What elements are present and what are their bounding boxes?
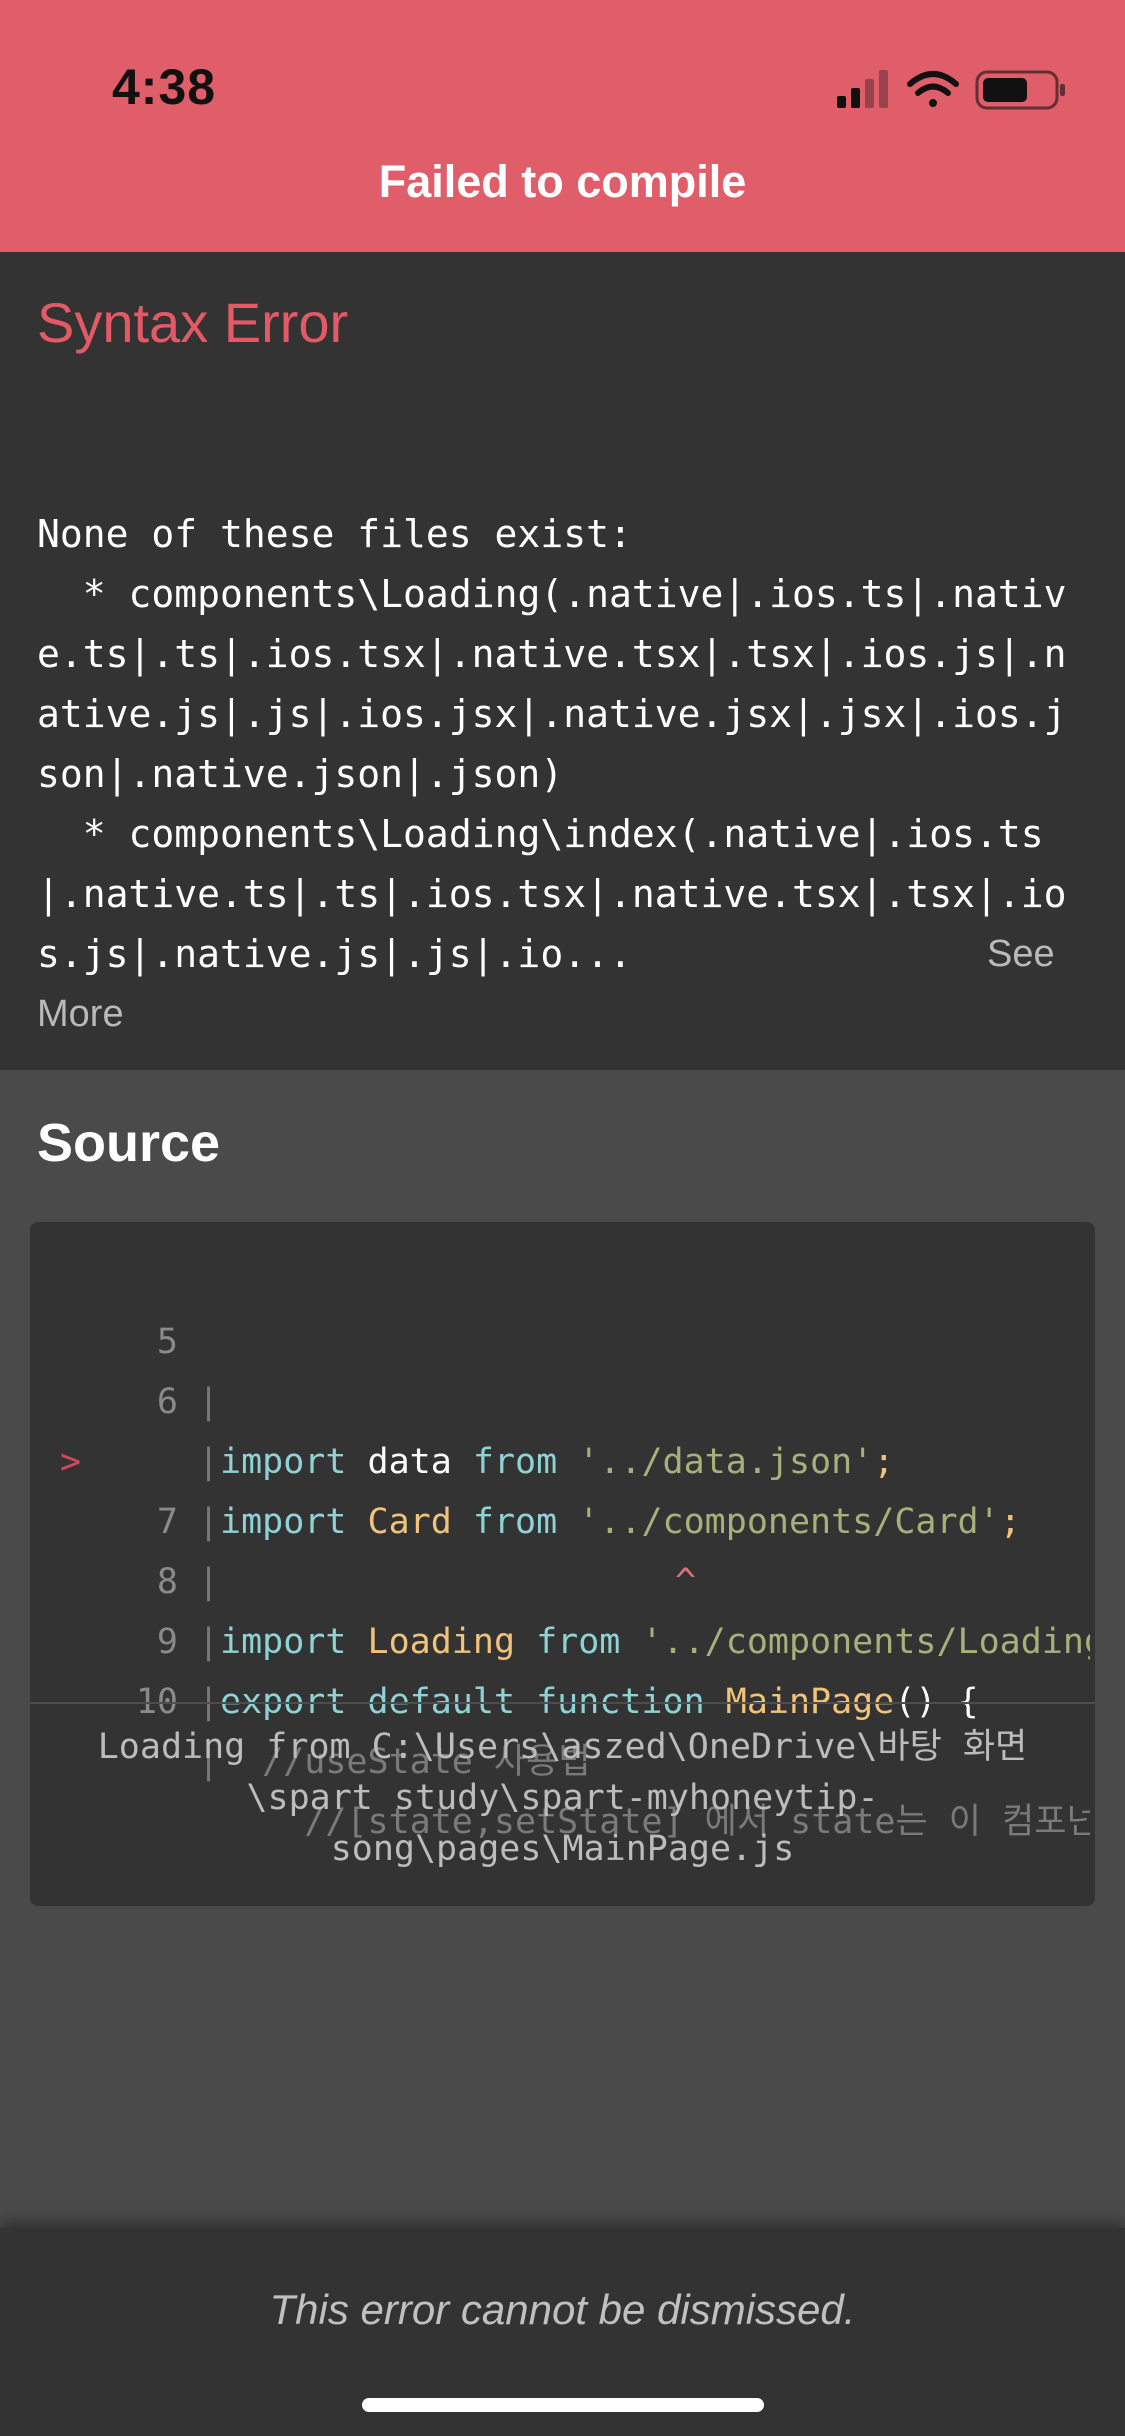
- see-more-label-2[interactable]: More: [37, 993, 124, 1035]
- header-title: Failed to compile: [378, 156, 747, 207]
- home-indicator[interactable]: [362, 2398, 764, 2412]
- footer: This error cannot be dismissed.: [0, 2228, 1125, 2436]
- code-line: 10 | //[state,setState] 에서 state는 이 컴포넌트…: [30, 1612, 1095, 1842]
- status-icons: [837, 70, 1065, 110]
- code-line: 9 | //useState 사용법: [30, 1552, 1095, 1782]
- error-message: None of these files exist: * components\…: [37, 512, 1067, 976]
- file-path: Loading from C:\Users\aszed\OneDrive\바탕 …: [70, 1722, 1055, 1875]
- code-line: 8 | export default function MainPage() {: [30, 1492, 1095, 1722]
- file-path-line-1: Loading from C:\Users\aszed\OneDrive\바탕 …: [97, 1727, 1028, 1767]
- code-line-error: > 7 | import Loading from '../components…: [30, 1372, 1095, 1662]
- cellular-signal-icon: [837, 70, 888, 108]
- wifi-icon: [907, 71, 959, 107]
- error-section: Syntax Error None of these files exist: …: [0, 252, 1125, 1070]
- status-time: 4:38: [112, 59, 217, 115]
- file-path-line-2: \spart study\spart-myhoneytip-: [246, 1778, 879, 1818]
- code-line: 5 | import data from '../data.json';: [30, 1252, 1095, 1482]
- code-frame: 5 | import data from '../data.json'; 6 |…: [30, 1222, 1095, 1906]
- code-divider: [30, 1702, 1095, 1704]
- error-title: Syntax Error: [37, 291, 349, 354]
- see-more-link[interactable]: See More: [37, 933, 1087, 1044]
- error-header: 4:38 Failed to compile: [0, 0, 1125, 252]
- code-line: 6 | import Card from '../components/Card…: [30, 1312, 1095, 1542]
- battery-icon: [975, 70, 1065, 110]
- file-path-line-3: song\pages\MainPage.js: [330, 1829, 795, 1869]
- dismiss-notice: This error cannot be dismissed.: [269, 2286, 856, 2333]
- code-line-caret: | ^: [30, 1432, 1095, 1602]
- see-more-label-1[interactable]: See: [987, 924, 1055, 984]
- source-heading: Source: [37, 1113, 221, 1173]
